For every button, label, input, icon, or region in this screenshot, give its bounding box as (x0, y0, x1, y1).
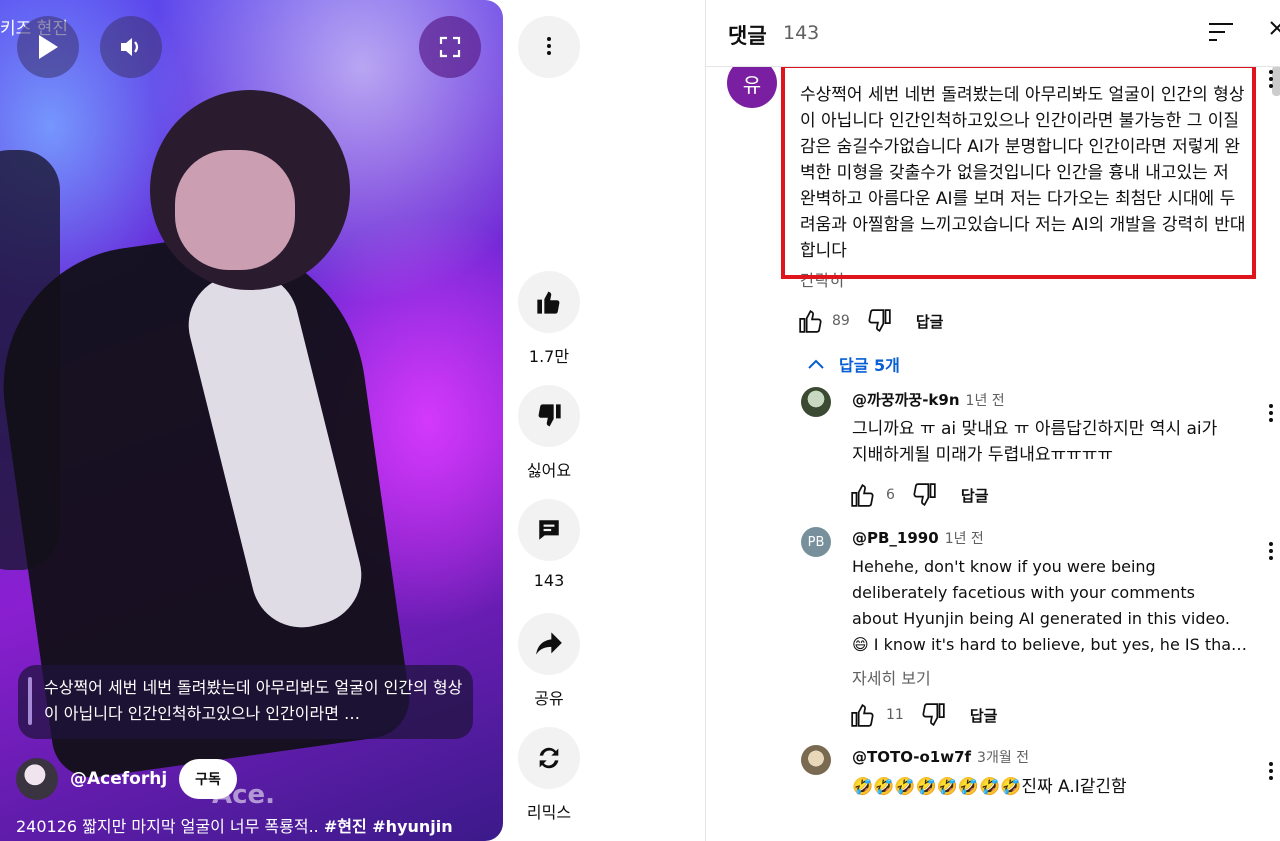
reply-2-like-count: 11 (886, 707, 904, 723)
like-button[interactable] (518, 271, 580, 333)
share-action[interactable]: 공유 (518, 613, 580, 709)
reply-1-reply-button[interactable]: 답글 (961, 485, 989, 506)
share-label: 공유 (534, 689, 564, 708)
overlay-accent-bar (28, 677, 32, 725)
remix-action[interactable]: 리믹스 (518, 727, 580, 823)
thumbs-up-outline-icon[interactable] (850, 482, 876, 508)
thumbs-down-outline-icon[interactable] (911, 482, 937, 508)
channel-name[interactable]: @Aceforhj (70, 769, 167, 789)
reply-1-like-count: 6 (886, 487, 895, 503)
reply-2-actions: 11 답글 (850, 702, 997, 728)
reply-2-more[interactable] (1261, 540, 1280, 564)
more-options[interactable] (518, 16, 580, 78)
video-watermark: Ace. (212, 780, 276, 810)
reply-avatar[interactable] (801, 745, 831, 775)
thumbs-down-outline-icon[interactable] (920, 702, 946, 728)
comments-header: 댓글 143 (706, 0, 1280, 67)
reply-2-see-more[interactable]: 자세히 보기 (852, 665, 931, 689)
highlight-box (781, 64, 1256, 279)
reply-3-text: 🤣🤣🤣🤣🤣🤣🤣🤣진짜 A.I같긴함 (852, 777, 1127, 797)
sort-icon[interactable] (1208, 20, 1234, 44)
reply-2-meta: @PB_1990 1년 전 (852, 528, 984, 548)
top-comment-like-count: 89 (832, 313, 850, 329)
chevron-up-icon (808, 359, 824, 369)
video-title-tags[interactable]: #현진 #hyunjin (324, 817, 453, 836)
reply-avatar[interactable]: PB (801, 527, 831, 557)
volume-icon (121, 38, 139, 56)
reply-2-time[interactable]: 1년 전 (945, 531, 984, 547)
channel-row: @Aceforhj 구독 (16, 757, 237, 801)
video-player[interactable]: 키즈 현진 수상쩍어 세번 네번 돌려봤는데 아무리봐도 얼굴이 인간의 형상이… (0, 0, 503, 841)
replies-toggle-label: 답글 5개 (839, 356, 900, 375)
thumbs-up-outline-icon[interactable] (798, 308, 824, 334)
top-comment-avatar-letter: 유 (742, 72, 762, 97)
reply-2-text-line: Hehehe, don't know if you were being (852, 557, 1156, 576)
reply-2-reply-button[interactable]: 답글 (970, 705, 998, 726)
top-comment-actions: 89 답글 (798, 308, 943, 334)
reply-1-handle[interactable]: @까꿍까꿍-k9n (852, 391, 960, 409)
top-comment-reply-button[interactable]: 답글 (916, 311, 944, 332)
play-button[interactable] (17, 16, 79, 78)
reply-1-more[interactable] (1261, 402, 1280, 426)
overlay-comment-text: 수상쩍어 세번 네번 돌려봤는데 아무리봐도 얼굴이 인간의 형상이 아닙니다 … (44, 678, 463, 723)
reply-3-handle[interactable]: @TOTO-o1w7f (852, 748, 971, 766)
performer-face (175, 150, 295, 270)
share-icon (536, 632, 562, 655)
comments-button[interactable] (518, 499, 580, 561)
reply-1-text-line: 지배하게될 미래가 두렵내요ㅠㅠㅠㅠ (852, 445, 1114, 465)
reply-3-meta: @TOTO-o1w7f 3개월 전 (852, 747, 1029, 767)
dislike-button[interactable] (518, 385, 580, 447)
thumbs-down-icon (538, 404, 561, 427)
comment-count: 143 (533, 571, 565, 590)
reply-2-text-line: 😄 I know it's hard to believe, but yes, … (852, 635, 1248, 654)
fullscreen-button[interactable] (419, 16, 481, 78)
thumbs-down-outline-icon[interactable] (866, 308, 892, 334)
remix-label: 리믹스 (526, 803, 572, 822)
reply-1-text-line: 그니까요 ㅠ ai 맞내요 ㅠ 아름답긴하지만 역시 ai가 (852, 419, 1218, 439)
reply-2-text-line: about Hyunjin being AI generated in this… (852, 609, 1230, 628)
thumbs-up-outline-icon[interactable] (850, 702, 876, 728)
share-button[interactable] (518, 613, 580, 675)
like-action[interactable]: 1.7만 (518, 271, 580, 367)
reply-avatar[interactable] (801, 387, 831, 417)
comments-action[interactable]: 143 (518, 499, 580, 590)
reply-3-more[interactable] (1261, 760, 1280, 784)
overlay-top-comment[interactable]: 수상쩍어 세번 네번 돌려봤는데 아무리봐도 얼굴이 인간의 형상이 아닙니다 … (18, 665, 473, 739)
reply-1-meta: @까꿍까꿍-k9n 1년 전 (852, 389, 1005, 410)
video-title[interactable]: 240126 짧지만 마지막 얼굴이 너무 폭룡적.. #현진 #hyunjin (16, 813, 453, 837)
video-title-text: 240126 짧지만 마지막 얼굴이 너무 폭룡적.. (16, 817, 324, 836)
volume-button[interactable] (100, 16, 162, 78)
channel-avatar[interactable] (16, 758, 58, 800)
top-comment-more[interactable] (1261, 68, 1280, 92)
fullscreen-icon (439, 36, 461, 58)
play-icon (39, 35, 58, 59)
reply-2-handle[interactable]: @PB_1990 (852, 529, 939, 547)
like-count: 1.7만 (528, 347, 570, 366)
more-vert-icon (539, 35, 559, 59)
remix-icon (539, 747, 559, 769)
remix-button[interactable] (518, 727, 580, 789)
reply-1-actions: 6 답글 (850, 482, 989, 508)
dislike-action[interactable]: 싫어요 (518, 385, 580, 481)
close-icon[interactable] (1269, 18, 1280, 44)
replies-toggle[interactable]: 답글 5개 (807, 352, 900, 376)
thumbs-up-icon (537, 291, 560, 314)
comments-count: 143 (783, 22, 820, 44)
dislike-label: 싫어요 (526, 461, 572, 480)
more-options-button[interactable] (518, 16, 580, 78)
comment-icon (539, 520, 559, 540)
reply-2-text-line: deliberately facetious with your comment… (852, 583, 1195, 602)
reply-2-avatar-letters: PB (807, 534, 825, 550)
reply-1-time[interactable]: 1년 전 (966, 393, 1005, 409)
reply-3-time[interactable]: 3개월 전 (977, 750, 1029, 766)
comments-title: 댓글 (728, 24, 767, 48)
